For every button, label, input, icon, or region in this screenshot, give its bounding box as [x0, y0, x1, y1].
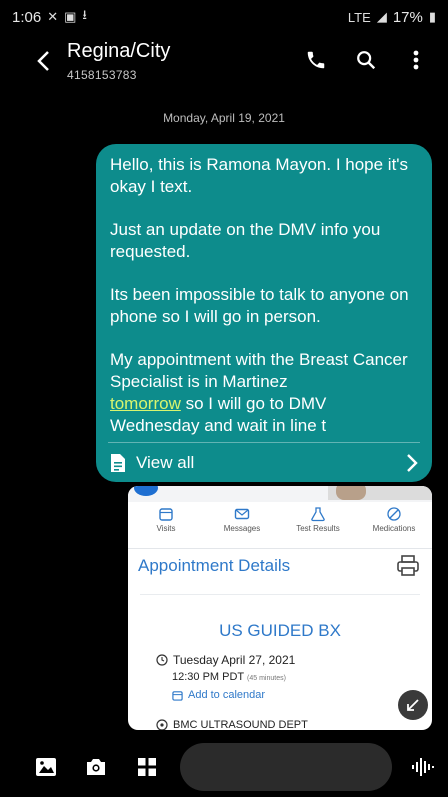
message-text: My appointment with the Breast Cancer Sp…	[110, 350, 408, 391]
appointment-date-text: Tuesday April 27, 2021	[173, 653, 296, 667]
more-vertical-icon	[413, 50, 419, 70]
search-icon	[357, 51, 376, 70]
tab-medications: Medications	[358, 506, 430, 548]
download-icon: ⭳	[82, 7, 87, 22]
view-all-label: View all	[136, 453, 195, 472]
date-divider: Monday, April 19, 2021	[163, 111, 285, 125]
appointment-heading: Appointment Details	[138, 556, 291, 575]
message-composer	[0, 736, 448, 797]
tab-test-results: Test Results	[282, 506, 354, 548]
battery-icon: ▮	[428, 9, 436, 24]
contact-name[interactable]: Regina/City	[67, 40, 170, 63]
camera-button[interactable]	[84, 755, 108, 779]
message-paragraph: Its been impossible to talk to anyone on…	[110, 285, 409, 326]
tab-label: Test Results	[296, 524, 340, 533]
image-attachment[interactable]: Visits Messages Test Results Medications…	[128, 486, 432, 730]
arrow-down-icon	[407, 699, 419, 711]
gallery-icon	[36, 758, 56, 776]
tab-label: Medications	[372, 524, 416, 533]
search-button[interactable]	[352, 46, 380, 74]
contact-number: 4158153783	[67, 68, 137, 82]
printer-icon	[397, 555, 419, 576]
gallery-button[interactable]	[34, 755, 58, 779]
battery-percent: 17%	[392, 8, 423, 26]
phone-icon	[307, 51, 325, 69]
appointment-card: US GUIDED BX Tuesday April 27, 2021 12:3…	[140, 594, 420, 730]
add-to-calendar-link: Add to calendar	[172, 689, 265, 701]
app-tab-bar: Visits Messages Test Results Medications	[128, 506, 432, 549]
add-to-calendar-label: Add to calendar	[188, 689, 266, 701]
voice-button[interactable]	[410, 755, 436, 779]
back-button[interactable]	[28, 46, 58, 76]
grid-icon	[138, 758, 156, 776]
network-type: LTE	[347, 9, 371, 25]
message-paragraph: Hello, this is Ramona Mayon. I hope it's…	[110, 155, 409, 196]
apps-button[interactable]	[135, 755, 159, 779]
envelope-icon	[234, 508, 250, 520]
appointment-date: Tuesday April 27, 2021	[156, 653, 295, 667]
appointment-location: BMC ULTRASOUND DEPT	[156, 719, 308, 730]
scroll-to-bottom-button[interactable]	[398, 690, 428, 720]
call-button[interactable]	[302, 46, 330, 74]
tab-label: Visits	[156, 524, 176, 533]
appointment-time: 12:30 PM PDT (45 minutes)	[172, 671, 286, 683]
signal-icon: ◢	[376, 9, 387, 24]
camera-icon	[87, 759, 105, 775]
date-link[interactable]: tomorrow	[110, 394, 181, 413]
chevron-right-icon	[407, 454, 418, 472]
image-notification-icon: ▣	[64, 9, 77, 24]
document-icon	[111, 454, 125, 472]
appointment-duration: (45 minutes)	[247, 675, 286, 682]
status-bar: 1:06 ✕ ▣ ⭳ LTE ◢ 17% ▮	[0, 0, 448, 34]
message-bubble[interactable]: Hello, this is Ramona Mayon. I hope it's…	[96, 144, 432, 482]
appointment-location-text: BMC ULTRASOUND DEPT	[173, 719, 308, 730]
view-all-button[interactable]: View all	[110, 448, 418, 478]
appointment-time-text: 12:30 PM PDT	[172, 671, 244, 683]
avatar	[336, 486, 366, 500]
message-input[interactable]	[180, 743, 392, 791]
back-arrow-icon	[37, 51, 49, 71]
calendar-icon	[159, 508, 173, 521]
message-paragraph: My appointment with the Breast Cancer Sp…	[110, 349, 418, 437]
calendar-add-icon	[172, 690, 183, 701]
voice-waveform-icon	[412, 758, 434, 776]
location-icon	[156, 719, 168, 730]
conversation-header: Regina/City 4158153783	[0, 34, 448, 92]
more-options-button[interactable]	[402, 46, 430, 74]
flask-icon	[311, 507, 325, 522]
status-time: 1:06	[12, 8, 42, 26]
appointment-title: US GUIDED BX	[219, 621, 341, 640]
tab-label: Messages	[223, 524, 261, 533]
clock-icon	[156, 654, 168, 666]
bubble-divider	[108, 442, 420, 443]
missed-call-icon: ✕	[47, 9, 59, 24]
tab-visits: Visits	[130, 506, 202, 548]
pill-icon	[387, 507, 401, 521]
message-paragraph: Just an update on the DMV info you reque…	[110, 220, 381, 261]
tab-messages: Messages	[206, 506, 278, 548]
